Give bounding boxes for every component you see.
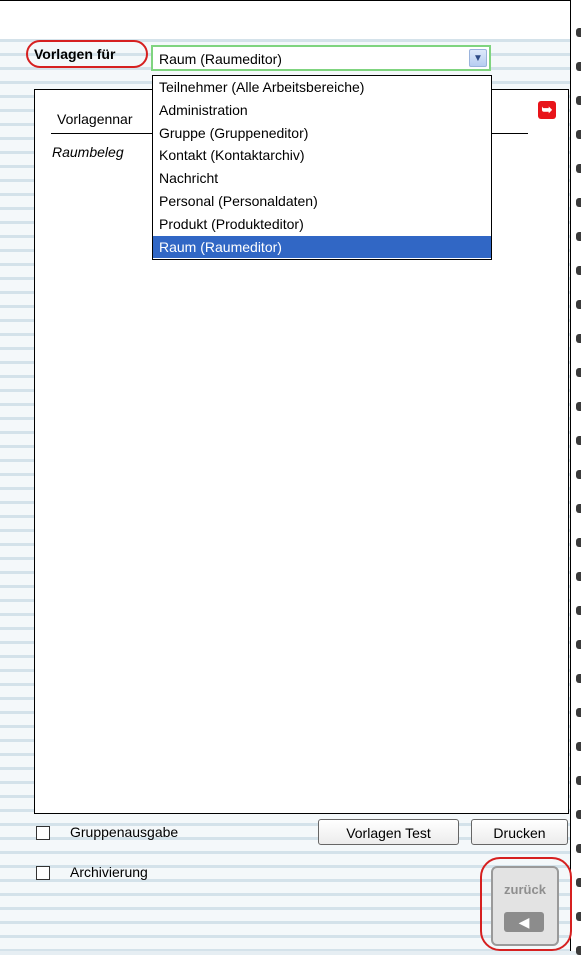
back-button-label: zurück xyxy=(504,882,546,897)
rail-dot xyxy=(576,368,581,377)
dropdown-option[interactable]: Nachricht xyxy=(153,167,491,190)
rail-dot xyxy=(576,334,581,343)
rail-dot xyxy=(576,878,581,887)
rail-dot xyxy=(576,470,581,479)
rail-dot xyxy=(576,640,581,649)
arrow-left-icon: ◀ xyxy=(504,912,544,932)
rail-dot xyxy=(576,198,581,207)
template-test-button[interactable]: Vorlagen Test xyxy=(318,819,459,845)
template-type-dropdown: Teilnehmer (Alle Arbeitsbereiche) Admini… xyxy=(152,75,492,260)
dropdown-option[interactable]: Kontakt (Kontaktarchiv) xyxy=(153,144,491,167)
rail-dot xyxy=(576,504,581,513)
rail-dot xyxy=(576,402,581,411)
rail-dot xyxy=(576,912,581,921)
rail-dot xyxy=(576,300,581,309)
rail-dot xyxy=(576,674,581,683)
archivierung-label: Archivierung xyxy=(70,864,148,880)
gruppenausgabe-checkbox[interactable] xyxy=(36,826,50,840)
rail-dot xyxy=(576,538,581,547)
archivierung-checkbox[interactable] xyxy=(36,866,50,880)
rail-dot xyxy=(576,844,581,853)
rail-dot xyxy=(576,62,581,71)
dropdown-option[interactable]: Produkt (Produkteditor) xyxy=(153,213,491,236)
top-bar xyxy=(0,0,570,39)
rail-dot xyxy=(576,572,581,581)
gruppenausgabe-label: Gruppenausgabe xyxy=(70,824,179,840)
rail-dot xyxy=(576,96,581,105)
rail-dot xyxy=(576,708,581,717)
column-header-template-name[interactable]: Vorlagennar xyxy=(57,111,133,127)
rail-dot xyxy=(576,742,581,751)
dropdown-option[interactable]: Administration xyxy=(153,99,491,122)
rail-dot xyxy=(576,232,581,241)
back-button[interactable]: zurück ◀ xyxy=(491,866,559,946)
dropdown-option[interactable]: Teilnehmer (Alle Arbeitsbereiche) xyxy=(153,76,491,99)
rail-dot xyxy=(576,606,581,615)
rail-dot xyxy=(576,130,581,139)
export-icon[interactable]: ➥ xyxy=(538,101,556,119)
dropdown-option[interactable]: Personal (Personaldaten) xyxy=(153,190,491,213)
print-button[interactable]: Drucken xyxy=(471,819,568,845)
rail-dot xyxy=(576,810,581,819)
list-item[interactable]: Raumbeleg xyxy=(52,144,124,160)
dropdown-option[interactable]: Gruppe (Gruppeneditor) xyxy=(153,122,491,145)
select-value: Raum (Raumeditor) xyxy=(159,51,282,67)
rail-dot xyxy=(576,164,581,173)
chevron-down-icon[interactable]: ▼ xyxy=(469,49,487,67)
dropdown-option-selected[interactable]: Raum (Raumeditor) xyxy=(153,235,491,259)
rail-dot xyxy=(576,266,581,275)
rail-dot xyxy=(576,28,581,37)
rail-dot xyxy=(576,776,581,785)
highlight-oval xyxy=(26,40,148,68)
template-type-select[interactable]: Raum (Raumeditor) ▼ xyxy=(151,45,491,71)
rail-dot xyxy=(576,436,581,445)
